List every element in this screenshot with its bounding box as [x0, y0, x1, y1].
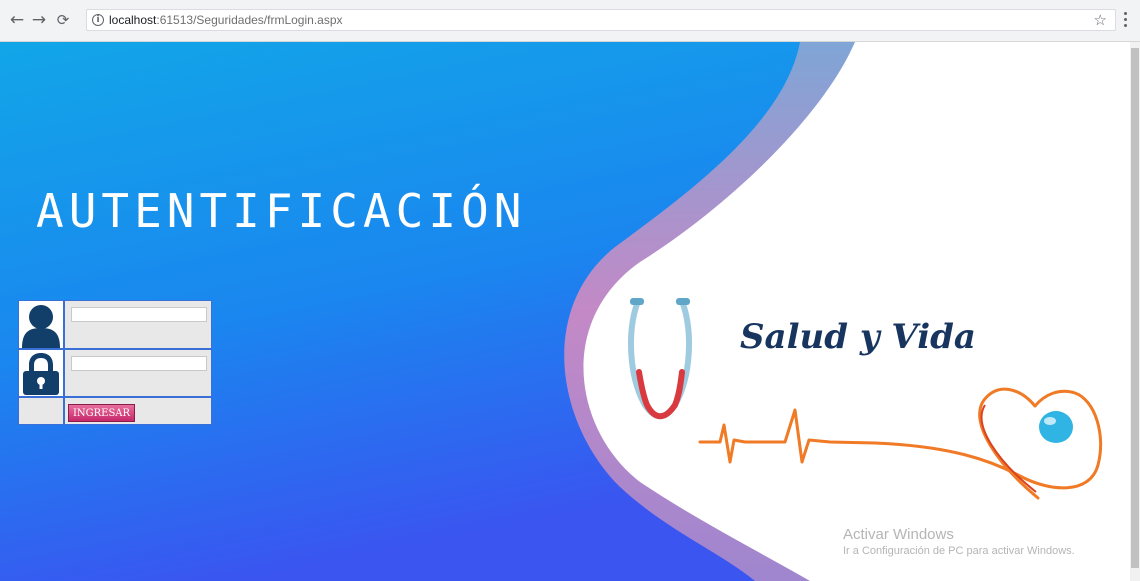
empty-cell — [19, 398, 65, 424]
star-icon[interactable]: ☆ — [1094, 11, 1107, 29]
login-form: INGRESAR — [18, 300, 212, 425]
browser-toolbar: ← → ⟳ i localhost:61513/Seguridades/frmL… — [0, 0, 1140, 42]
vertical-scrollbar[interactable] — [1130, 42, 1140, 581]
url-text[interactable]: localhost:61513/Seguridades/frmLogin.asp… — [109, 13, 343, 27]
page-title: AUTENTIFICACIÓN — [36, 184, 527, 238]
lock-icon — [19, 350, 65, 396]
logo-text: Salud y Vida — [740, 317, 976, 357]
watermark-subtitle: Ir a Configuración de PC para activar Wi… — [843, 545, 1075, 557]
url-host: localhost — [109, 13, 157, 27]
menu-dots-icon[interactable] — [1124, 12, 1128, 28]
user-icon — [19, 301, 65, 348]
ingresar-button[interactable]: INGRESAR — [68, 404, 135, 422]
windows-activation-watermark: Activar Windows Ir a Configuración de PC… — [843, 526, 1075, 557]
watermark-title: Activar Windows — [843, 526, 954, 543]
reload-icon[interactable]: ⟳ — [54, 11, 72, 29]
login-page: AUTENTIFICACIÓN INGRESAR Salud y Vida Ac… — [0, 42, 1140, 581]
forward-arrow-icon[interactable]: → — [30, 11, 48, 29]
stethoscope-heart-icon: Salud y Vida — [628, 298, 1103, 500]
info-icon[interactable]: i — [92, 14, 104, 26]
scrollbar-thumb[interactable] — [1131, 48, 1139, 568]
username-input[interactable] — [71, 307, 207, 322]
address-bar[interactable]: i localhost:61513/Seguridades/frmLogin.a… — [86, 9, 1116, 31]
url-path: :61513/Seguridades/frmLogin.aspx — [156, 13, 343, 27]
back-arrow-icon[interactable]: ← — [8, 11, 26, 29]
password-input[interactable] — [71, 356, 207, 371]
